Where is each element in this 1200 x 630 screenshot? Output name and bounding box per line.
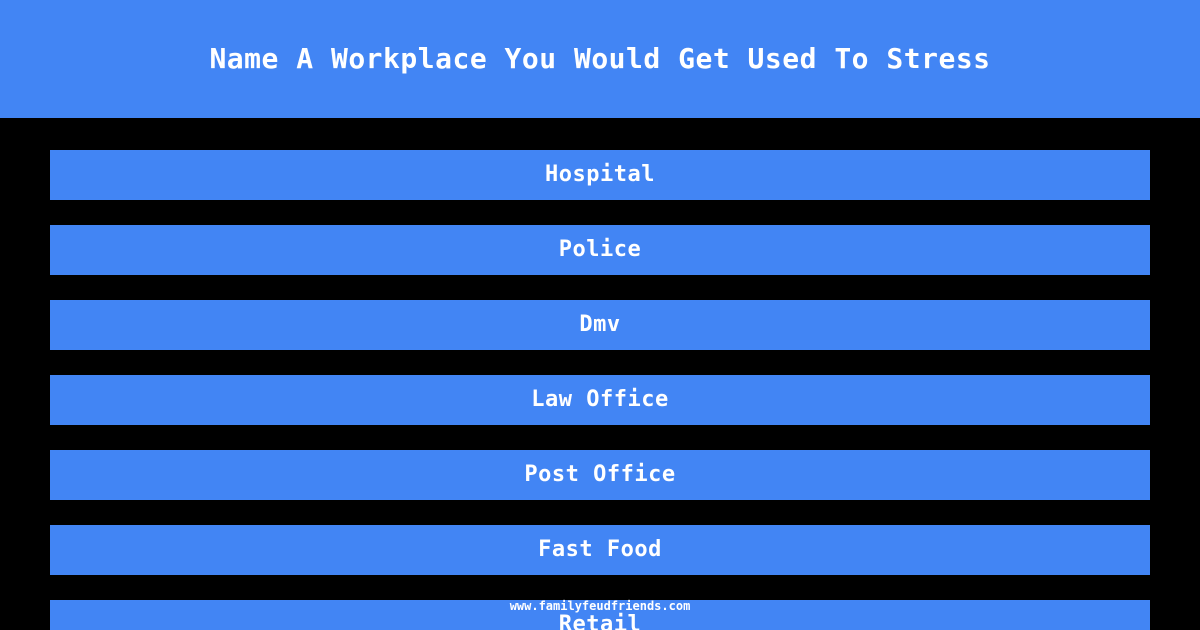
answer-row-3[interactable]: Dmv (50, 300, 1150, 350)
answer-row-6[interactable]: Fast Food (50, 525, 1150, 575)
answer-label: Dmv (579, 312, 621, 337)
page-title: Name A Workplace You Would Get Used To S… (209, 42, 991, 75)
answer-row-7[interactable]: Retail (50, 600, 1150, 630)
answer-label: Law Office (531, 387, 669, 412)
answer-label: Post Office (524, 462, 676, 487)
answer-label: Fast Food (538, 537, 662, 562)
question-header: Name A Workplace You Would Get Used To S… (0, 0, 1200, 118)
answer-row-4[interactable]: Law Office (50, 375, 1150, 425)
answer-label: Retail (558, 612, 642, 630)
family-feud-answer-card: Name A Workplace You Would Get Used To S… (0, 0, 1200, 630)
answer-row-5[interactable]: Post Office (50, 450, 1150, 500)
answer-row-1[interactable]: Hospital (50, 150, 1150, 200)
answer-row-2[interactable]: Police (50, 225, 1150, 275)
answer-label: Hospital (545, 162, 655, 187)
answer-label: Police (558, 237, 642, 262)
